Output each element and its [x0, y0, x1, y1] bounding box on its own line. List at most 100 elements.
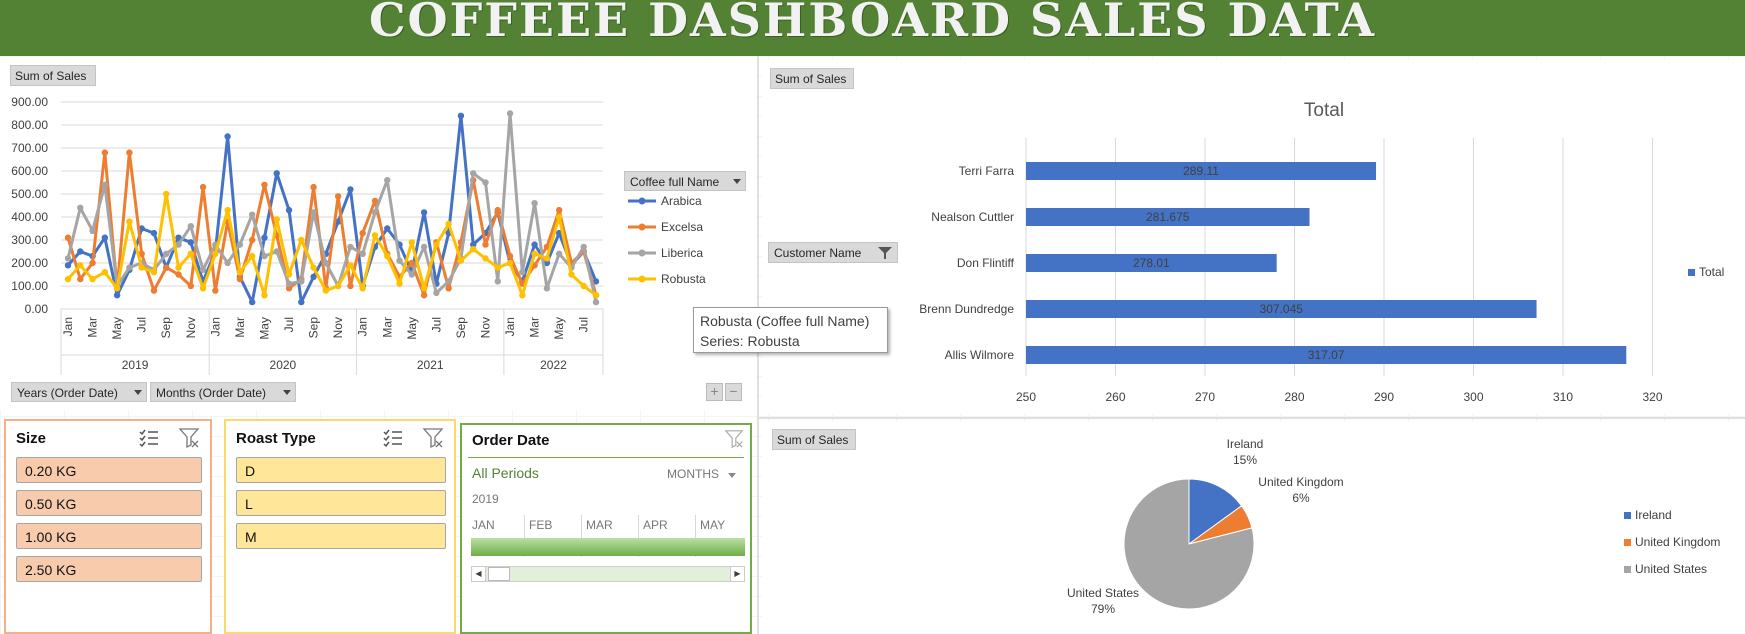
chevron-down-icon	[728, 473, 737, 478]
data-point-robusta	[187, 250, 194, 257]
size-slicer[interactable]: Size 0.20 KG 0.50 KG 1.00 KG 2.50 KG	[4, 419, 212, 634]
data-point-robusta	[445, 220, 452, 228]
data-point-excelsa	[310, 183, 317, 191]
scroll-right-arrow[interactable]: ▶	[730, 567, 744, 581]
data-point-excelsa	[175, 271, 182, 278]
roast-option-l[interactable]: L	[236, 490, 446, 516]
panel-divider-horizontal	[759, 417, 1745, 419]
bar-value-label: 317.07	[1308, 348, 1345, 362]
data-point-robusta	[163, 190, 170, 198]
roast-option-m[interactable]: M	[236, 523, 446, 549]
data-point-liberica	[445, 278, 452, 285]
x-month-label: Jan	[61, 317, 75, 336]
bar-legend-swatch	[1688, 268, 1695, 276]
y-tick-label: 400.00	[11, 210, 48, 224]
legend-swatch-marker	[638, 275, 646, 283]
timeline-year: 2019	[472, 492, 499, 506]
customer-name-filter-button[interactable]: Customer Name	[768, 242, 898, 263]
legend-label: Excelsa	[661, 220, 704, 234]
data-point-robusta	[482, 255, 489, 262]
x-month-label: Sep	[307, 317, 321, 339]
chevron-down-icon	[733, 179, 741, 184]
x-month-label: Nov	[478, 317, 492, 338]
data-point-liberica	[310, 209, 317, 216]
clear-filter-icon[interactable]	[178, 427, 200, 449]
data-point-robusta	[273, 216, 280, 223]
line-legend-item-arabica[interactable]: Arabica	[627, 194, 702, 208]
data-point-liberica	[101, 181, 109, 188]
data-point-robusta	[126, 218, 133, 225]
bar-chart-title: Total	[1304, 100, 1344, 121]
data-point-excelsa	[236, 275, 244, 283]
data-point-robusta	[494, 264, 501, 271]
data-point-robusta	[89, 275, 96, 283]
line-sum-of-sales-button[interactable]: Sum of Sales	[10, 65, 96, 86]
data-point-robusta	[568, 271, 575, 278]
data-point-robusta	[420, 285, 428, 292]
clear-filter-icon[interactable]	[422, 427, 444, 449]
scroll-left-arrow[interactable]: ◀	[472, 567, 486, 581]
size-option-050[interactable]: 0.50 KG	[16, 490, 202, 516]
data-point-liberica	[298, 278, 305, 285]
dashboard-title-bar: COFFEEE DASHBOARD SALES DATA	[0, 0, 1745, 56]
size-option-250[interactable]: 2.50 KG	[16, 556, 202, 582]
years-order-date-dropdown[interactable]: Years (Order Date)	[11, 382, 147, 402]
size-option-100[interactable]: 1.00 KG	[16, 523, 202, 549]
line-chart-panel[interactable]: Sum of Sales 900.00 800.00 700.00 600.00 500…	[0, 58, 756, 410]
bar-value-label: 281.675	[1146, 210, 1190, 224]
timeline-month-label[interactable]: MAY	[700, 518, 725, 532]
x-year-label: 2019	[122, 358, 149, 372]
data-point-liberica	[126, 264, 133, 271]
expand-field-button[interactable]: +	[706, 383, 723, 401]
pie-chart-panel[interactable]: Sum of Sales Ireland 15% United Kingdom 6% U…	[762, 422, 1745, 634]
bar-legend-total: Total	[1688, 265, 1724, 279]
data-point-arabica	[261, 234, 268, 241]
roast-option-d[interactable]: D	[236, 457, 446, 483]
data-point-excelsa	[199, 183, 207, 191]
data-point-arabica	[77, 248, 84, 255]
line-legend-item-robusta[interactable]: Robusta	[627, 272, 706, 286]
data-point-robusta	[519, 292, 526, 299]
legend-swatch-marker	[638, 197, 646, 205]
data-point-arabica	[101, 234, 109, 241]
months-order-date-dropdown[interactable]: Months (Order Date)	[150, 382, 296, 402]
pie-label-percent: 79%	[1091, 602, 1115, 616]
timeline-scrollbar[interactable]: ◀ ▶	[471, 566, 745, 582]
pie-legend-item: United States	[1624, 562, 1707, 576]
line-legend-item-excelsa[interactable]: Excelsa	[627, 220, 703, 234]
timeline-month-label[interactable]: APR	[643, 518, 668, 532]
multi-select-icon[interactable]	[138, 427, 160, 449]
order-date-timeline[interactable]: Order Date All Periods MONTHS 2019 JAN FE…	[460, 423, 752, 634]
collapse-field-button[interactable]: −	[725, 383, 742, 401]
scroll-thumb[interactable]	[488, 567, 510, 581]
line-legend-item-liberica[interactable]: Liberica	[627, 246, 703, 260]
data-point-excelsa	[89, 259, 96, 267]
time-level-dropdown[interactable]: MONTHS	[667, 467, 737, 481]
timeline-month-label[interactable]: MAR	[586, 518, 613, 532]
data-point-excelsa	[482, 241, 489, 248]
data-point-robusta	[138, 264, 145, 271]
data-point-arabica	[420, 209, 428, 216]
data-point-robusta	[347, 262, 354, 269]
timeline-selection-bar[interactable]	[471, 538, 745, 556]
size-option-020[interactable]: 0.20 KG	[16, 457, 202, 483]
y-tick-label: 600.00	[11, 164, 48, 178]
pie-legend-swatch	[1624, 565, 1631, 573]
multi-select-icon[interactable]	[382, 427, 404, 449]
pie-label-percent: 6%	[1292, 491, 1310, 505]
bar-chart-panel[interactable]: Sum of Sales Total 250 260 270 280 290 300 310 3…	[762, 60, 1745, 414]
years-dropdown-label: Years (Order Date)	[17, 386, 118, 400]
data-point-liberica	[248, 211, 256, 218]
clear-filter-icon[interactable]	[724, 429, 744, 449]
coffee-full-name-dropdown[interactable]: Coffee full Name	[624, 171, 746, 191]
data-point-arabica	[150, 229, 158, 237]
timeline-month-label[interactable]: JAN	[472, 518, 495, 532]
data-point-robusta	[150, 269, 158, 276]
data-point-excelsa	[359, 229, 366, 237]
timeline-month-label[interactable]: FEB	[529, 518, 552, 532]
roast-type-slicer[interactable]: Roast Type D L M	[224, 419, 456, 634]
data-point-liberica	[519, 269, 526, 276]
data-point-robusta	[334, 282, 342, 290]
data-point-arabica	[187, 239, 194, 246]
data-point-liberica	[347, 243, 354, 251]
